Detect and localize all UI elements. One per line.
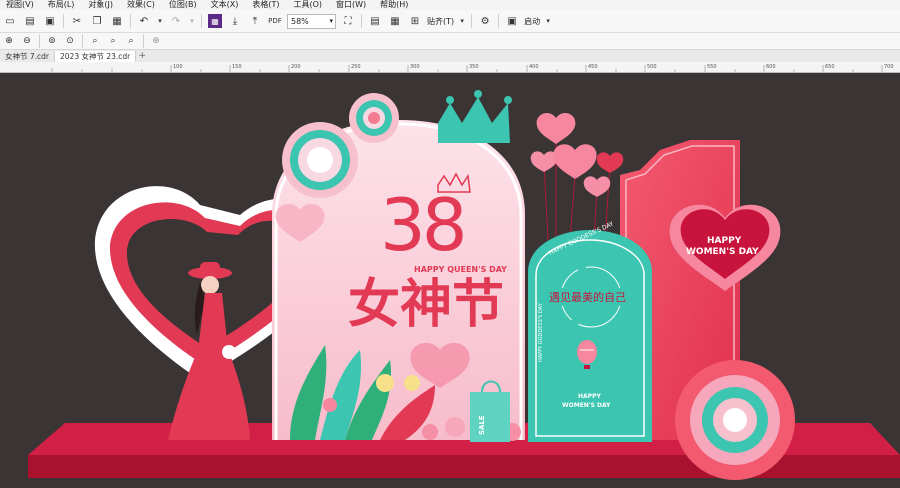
separator [39,34,40,48]
ruler-label: 650 [825,64,835,70]
tab-document-1[interactable]: 女神节 7.cdr [0,51,56,62]
tagline-en: HAPPY QUEEN'S DAY [414,265,507,274]
menu-view[interactable]: 视图(V) [0,0,42,10]
zoom-level-value: 58% [291,16,309,26]
separator [471,14,473,28]
save-icon[interactable]: ▣ [43,14,57,28]
paste-icon[interactable]: ▦ [110,14,124,28]
zoom-out-icon[interactable]: ⊖ [21,35,33,47]
zoom-level-combo[interactable]: 58% ▾ [287,13,336,29]
zoom-toolbar: ⊕ ⊖ ⊚ ⊙ ⌕ ⌕ ⌕ ⊕ [0,33,900,50]
redo-icon[interactable]: ↷ [169,14,183,28]
ruler-label: 100 [173,64,183,70]
redo-dropdown-icon[interactable]: ▾ [189,14,195,28]
bag-text: SALE [478,415,486,435]
launch-dropdown-icon[interactable]: ▾ [545,14,551,28]
ruler-label: 350 [469,64,479,70]
add-tab-icon[interactable]: + [136,51,148,62]
menu-layout[interactable]: 布局(L) [42,0,83,10]
menu-object[interactable]: 对象(J) [82,0,121,10]
undo-dropdown-icon[interactable]: ▾ [157,14,163,28]
menu-window[interactable]: 窗口(W) [330,0,374,10]
menu-table[interactable]: 表格(T) [246,0,287,10]
big-number-38: 38 [380,183,464,267]
options-gear-icon[interactable]: ⚙ [478,14,492,28]
export-icon[interactable]: ⤒ [248,14,262,28]
undo-icon[interactable]: ↶ [137,14,151,28]
snap-dropdown-icon[interactable]: ▾ [459,14,465,28]
full-screen-icon[interactable]: ⛶ [341,14,355,28]
standard-toolbar: ▭ ▤ ▣ ✂ ❐ ▦ ↶ ▾ ↷ ▾ ▦ ⤓ ⤒ PDF 58% ▾ ⛶ ▤ ▦… [0,10,900,33]
import-icon[interactable]: ⤓ [228,14,242,28]
artwork: 38 HAPPY QUEEN'S DAY 女神节 HAPPY WOMEN'S D… [28,90,900,480]
title-cn: 女神节 [348,275,504,335]
card-text-line1: HAPPY [578,393,601,400]
separator [498,14,500,28]
menu-tools[interactable]: 工具(O) [287,0,330,10]
separator [143,34,144,48]
ruler-label: 600 [766,64,776,70]
chevron-down-icon: ▾ [329,16,333,25]
copy-icon[interactable]: ❐ [90,14,104,28]
new-document-icon[interactable]: ▭ [3,14,17,28]
ruler-label: 150 [232,64,242,70]
zoom-selected-icon[interactable]: ⊚ [46,35,58,47]
heart-text-line1: HAPPY [707,236,742,246]
side-text: HAPPY GODDESS'S DAY [538,302,544,362]
ruler-label: 250 [351,64,361,70]
menu-bar: 视图(V) 布局(L) 对象(J) 效果(C) 位图(B) 文本(X) 表格(T… [0,0,900,10]
slogan-cn: 遇见最美的自己 [549,290,626,304]
flower-small [349,93,399,143]
show-rulers-icon[interactable]: ▤ [368,14,382,28]
separator [361,14,362,28]
separator [201,14,202,28]
open-folder-icon[interactable]: ▤ [23,14,37,28]
separator [82,34,83,48]
ruler-label: 500 [647,64,657,70]
zoom-page-icon[interactable]: ⌕ [89,35,101,47]
pdf-icon[interactable]: PDF [268,14,282,28]
flower-bottom-right [675,360,795,480]
menu-bitmaps[interactable]: 位图(B) [163,0,205,10]
show-guidelines-icon[interactable]: ⊞ [408,14,422,28]
launch-label[interactable]: 启动 [522,16,542,27]
crown-icon [438,97,510,143]
separator [130,14,131,28]
ruler-ticks: 100 150 200 250 300 350 400 450 500 550 … [51,64,894,72]
teal-arch-card [528,230,652,442]
menu-help[interactable]: 帮助(H) [374,0,416,10]
application-launcher-icon[interactable]: ▣ [505,14,519,28]
menu-effects[interactable]: 效果(C) [121,0,163,10]
heart-text-line2: WOMEN'S DAY [686,247,759,257]
document-tabs: 女神节 7.cdr 2023 女神节 23.cdr + [0,50,900,62]
cut-icon[interactable]: ✂ [70,14,84,28]
snap-to-dropdown[interactable]: 贴齐(T) [425,16,456,27]
zoom-height-icon[interactable]: ⌕ [125,35,137,47]
ruler-label: 700 [884,64,894,70]
menu-text[interactable]: 文本(X) [205,0,247,10]
ruler-label: 450 [588,64,598,70]
tab-document-2[interactable]: 2023 女神节 23.cdr [55,51,137,62]
zoom-all-icon[interactable]: ⊙ [64,35,76,47]
flower-large [282,122,358,198]
add-toolbar-item-icon[interactable]: ⊕ [150,35,162,47]
zoom-width-icon[interactable]: ⌕ [107,35,119,47]
card-text-line2: WOMEN'S DAY [562,402,611,409]
ruler-label: 400 [529,64,539,70]
horizontal-ruler[interactable]: 100 150 200 250 300 350 400 450 500 550 … [0,62,900,73]
search-content-icon[interactable]: ▦ [208,14,222,28]
show-grid-icon[interactable]: ▦ [388,14,402,28]
separator [63,14,64,28]
drawing-canvas[interactable]: 38 HAPPY QUEEN'S DAY 女神节 HAPPY WOMEN'S D… [0,73,900,488]
ruler-label: 550 [707,64,717,70]
ruler-label: 200 [291,64,301,70]
zoom-in-icon[interactable]: ⊕ [3,35,15,47]
ruler-label: 300 [410,64,420,70]
